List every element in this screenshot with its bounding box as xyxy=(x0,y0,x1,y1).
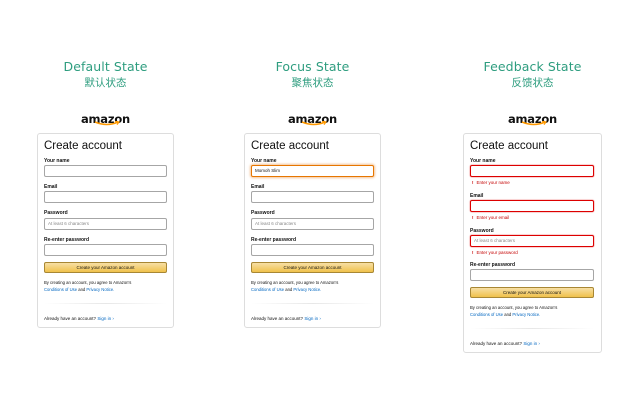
email-input[interactable] xyxy=(251,191,374,203)
smile-arrow-icon xyxy=(521,121,547,126)
signup-form-card: Create account Your name Email Password … xyxy=(37,133,174,328)
name-input[interactable]: Momoh Slim xyxy=(251,165,374,177)
name-input[interactable] xyxy=(470,165,594,177)
reenter-password-label: Re-enter password xyxy=(251,237,297,243)
password-input[interactable]: At least 6 characters xyxy=(251,218,374,230)
state-title: Focus State xyxy=(275,59,350,74)
focus-state-panel: Focus State 聚焦状态 amazon Create account Y… xyxy=(244,0,381,403)
password-label: Password xyxy=(251,210,275,216)
legal-text: By creating an account, you agree to Ama… xyxy=(470,305,558,317)
create-account-button[interactable]: Create your Amazon account xyxy=(470,287,594,298)
signin-prompt: Already have an account? Sign in › xyxy=(44,316,114,321)
state-title: Feedback State xyxy=(483,59,582,74)
legal-text: By creating an account, you agree to Ama… xyxy=(44,280,132,292)
signup-form-card: Create account Your name ! Enter your nam… xyxy=(463,133,602,353)
alert-icon: ! xyxy=(472,215,474,220)
form-heading: Create account xyxy=(44,140,122,152)
email-label: Email xyxy=(251,184,265,190)
form-heading: Create account xyxy=(251,140,329,152)
conditions-of-use-link[interactable]: Conditions of Use xyxy=(470,312,503,317)
feedback-state-panel: Feedback State 反馈状态 amazon Create accoun… xyxy=(463,0,602,403)
divider xyxy=(251,303,374,304)
email-label: Email xyxy=(44,184,58,190)
reenter-password-input[interactable] xyxy=(44,244,167,256)
divider xyxy=(44,303,167,304)
email-error-message: ! Enter your email xyxy=(472,215,510,220)
name-input[interactable] xyxy=(44,165,167,177)
name-label: Your name xyxy=(44,158,70,164)
conditions-of-use-link[interactable]: Conditions of Use xyxy=(251,287,284,292)
password-label: Password xyxy=(470,228,494,234)
signin-link[interactable]: Sign in › xyxy=(523,341,540,346)
password-input[interactable]: At least 6 characters xyxy=(44,218,167,230)
state-title: Default State xyxy=(63,59,148,74)
amazon-logo: amazon xyxy=(37,110,174,128)
password-label: Password xyxy=(44,210,68,216)
email-input[interactable] xyxy=(44,191,167,203)
legal-text: By creating an account, you agree to Ama… xyxy=(251,280,339,292)
state-subtitle: 聚焦状态 xyxy=(291,77,334,89)
smile-arrow-icon xyxy=(94,121,120,126)
divider xyxy=(470,328,594,329)
form-heading: Create account xyxy=(470,140,548,152)
privacy-notice-link[interactable]: Privacy Notice. xyxy=(512,312,540,317)
signin-link[interactable]: Sign in › xyxy=(304,316,321,321)
state-subtitle: 默认状态 xyxy=(84,77,127,89)
reenter-password-label: Re-enter password xyxy=(44,237,90,243)
alert-icon: ! xyxy=(472,180,474,185)
name-error-message: ! Enter your name xyxy=(472,180,510,185)
email-label: Email xyxy=(470,193,484,199)
create-account-button[interactable]: Create your Amazon account xyxy=(44,262,167,273)
signup-form-card: Create account Your name Momoh Slim Emai… xyxy=(244,133,381,328)
amazon-logo: amazon xyxy=(244,110,381,128)
name-label: Your name xyxy=(251,158,277,164)
reenter-password-label: Re-enter password xyxy=(470,262,516,268)
password-input[interactable]: At least 6 characters xyxy=(470,235,594,247)
name-label: Your name xyxy=(470,158,496,164)
password-error-message: ! Enter your password xyxy=(472,250,518,255)
signin-prompt: Already have an account? Sign in › xyxy=(251,316,321,321)
alert-icon: ! xyxy=(472,250,474,255)
default-state-panel: Default State 默认状态 amazon Create account… xyxy=(37,0,174,403)
reenter-password-input[interactable] xyxy=(251,244,374,256)
amazon-logo: amazon xyxy=(463,110,602,128)
create-account-button[interactable]: Create your Amazon account xyxy=(251,262,374,273)
reenter-password-input[interactable] xyxy=(470,269,594,281)
signin-prompt: Already have an account? Sign in › xyxy=(470,341,540,346)
signin-link[interactable]: Sign in › xyxy=(97,316,114,321)
privacy-notice-link[interactable]: Privacy Notice. xyxy=(293,287,321,292)
state-subtitle: 反馈状态 xyxy=(511,77,554,89)
conditions-of-use-link[interactable]: Conditions of Use xyxy=(44,287,77,292)
smile-arrow-icon xyxy=(301,121,327,126)
email-input[interactable] xyxy=(470,200,594,212)
privacy-notice-link[interactable]: Privacy Notice. xyxy=(86,287,114,292)
